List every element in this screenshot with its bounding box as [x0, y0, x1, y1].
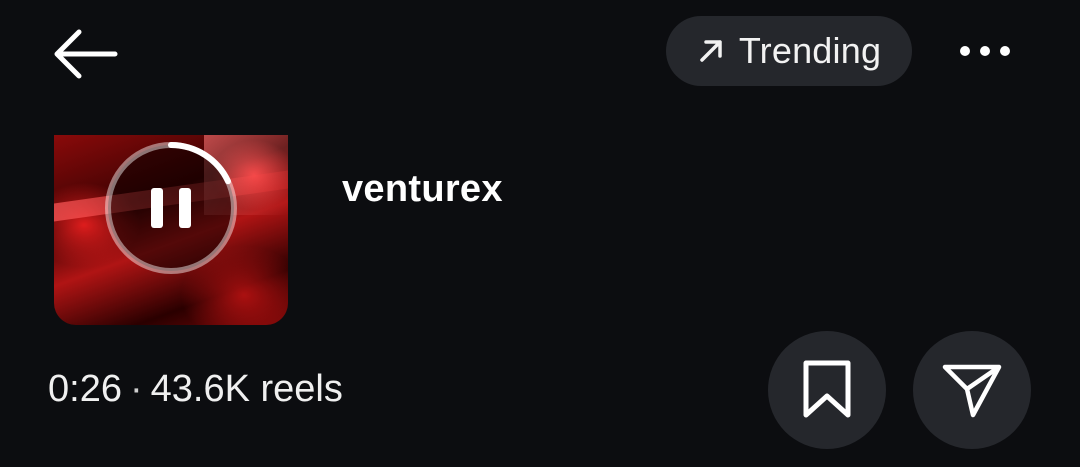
reel-audio-page: Trending venturex 0:26 · 43.6K reels: [0, 0, 1080, 467]
more-options-button[interactable]: [950, 24, 1020, 78]
audio-thumbnail[interactable]: [54, 135, 288, 325]
reel-meta: 0:26 · 43.6K reels: [48, 368, 343, 411]
reels-count: 43.6K reels: [150, 368, 343, 410]
send-icon: [942, 364, 1002, 418]
duration: 0:26: [48, 368, 122, 410]
trending-chip[interactable]: Trending: [666, 16, 912, 86]
more-horizontal-icon: [960, 46, 1010, 56]
save-button[interactable]: [768, 331, 886, 449]
bookmark-icon: [803, 360, 851, 418]
share-button[interactable]: [913, 331, 1031, 449]
arrow-left-icon: [54, 29, 118, 79]
trending-label: Trending: [738, 30, 882, 71]
pause-button[interactable]: [101, 138, 241, 278]
username[interactable]: venturex: [342, 168, 503, 211]
meta-separator: ·: [129, 368, 143, 410]
arrow-up-right-icon: [700, 40, 722, 62]
back-button[interactable]: [44, 22, 124, 86]
